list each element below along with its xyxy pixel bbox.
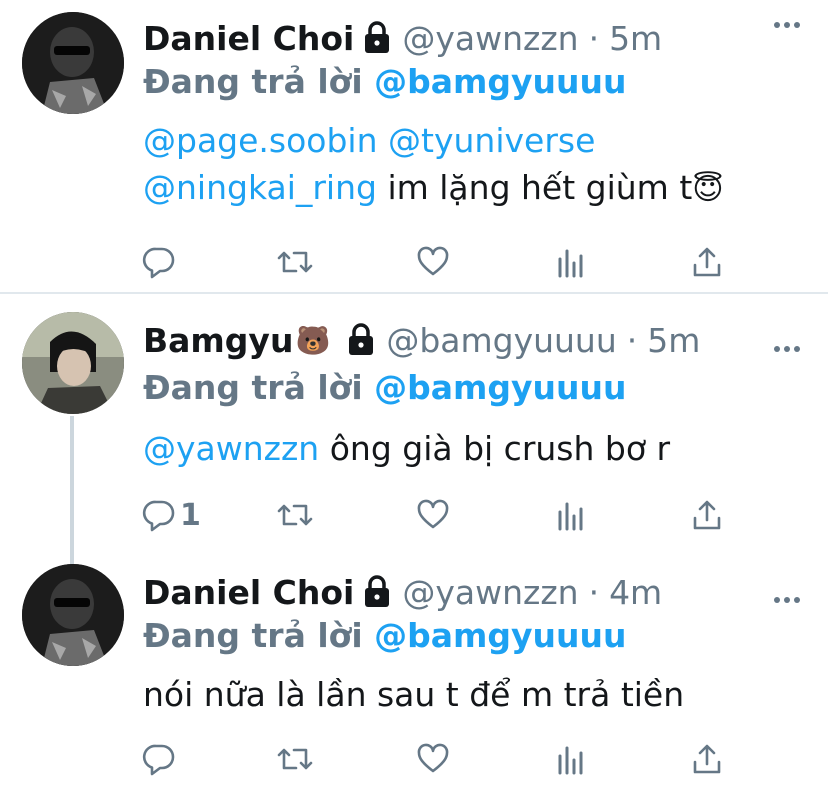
- analytics-button[interactable]: [556, 739, 586, 779]
- avatar-image: [22, 12, 124, 114]
- reply-prefix: Đang trả lời: [143, 62, 363, 101]
- avatar-image: [22, 312, 124, 414]
- avatar[interactable]: [22, 312, 124, 414]
- analytics-button[interactable]: [556, 242, 586, 282]
- display-name-emoji: 🐻: [295, 323, 331, 357]
- handle[interactable]: @yawnzzn: [402, 573, 578, 612]
- share-button[interactable]: [692, 242, 722, 282]
- mention[interactable]: @yawnzzn: [143, 429, 319, 468]
- avatar[interactable]: [22, 12, 124, 114]
- display-name[interactable]: Bamgyu: [143, 321, 293, 360]
- thread-line: [70, 416, 74, 566]
- heart-icon: [416, 245, 450, 279]
- share-icon: [692, 245, 722, 279]
- display-name[interactable]: Daniel Choi: [143, 19, 354, 58]
- reply-prefix: Đang trả lời: [143, 368, 363, 407]
- reply-button[interactable]: [142, 242, 180, 282]
- heart-icon: [416, 742, 450, 776]
- reply-prefix: Đang trả lời: [143, 616, 363, 655]
- tweet-1[interactable]: Daniel Choi @yawnzzn · 5m Đang trả lời @…: [0, 0, 828, 294]
- action-bar: [0, 242, 828, 282]
- reply-button[interactable]: [142, 739, 180, 779]
- heart-icon: [416, 498, 450, 532]
- timestamp[interactable]: 4m: [609, 573, 662, 612]
- reply-count: 1: [180, 497, 201, 533]
- separator: ·: [588, 18, 600, 58]
- replying-to: Đang trả lời @bamgyuuuu: [143, 616, 627, 655]
- like-button[interactable]: [416, 739, 450, 779]
- tweet-3[interactable]: Daniel Choi @yawnzzn · 4m Đang trả lời @…: [0, 549, 828, 790]
- more-horizontal-icon[interactable]: [774, 14, 800, 28]
- tweet-2[interactable]: Bamgyu 🐻 @bamgyuuuu · 5m Đang trả lời @b…: [0, 294, 828, 566]
- mention[interactable]: @page.soobin: [143, 121, 378, 160]
- handle[interactable]: @bamgyuuuu: [386, 321, 616, 360]
- tweet-text: nói nữa là lần sau t để m trả tiền: [143, 671, 684, 718]
- mention[interactable]: @ningkai_ring: [143, 168, 377, 207]
- tweet-text-content: ông già bị crush bơ r: [319, 429, 671, 468]
- analytics-icon: [556, 245, 586, 279]
- lock-icon: [362, 575, 392, 609]
- reply-mention[interactable]: @bamgyuuuu: [374, 368, 626, 407]
- separator: ·: [626, 320, 638, 360]
- replying-to: Đang trả lời @bamgyuuuu: [143, 62, 627, 101]
- reply-icon: [142, 498, 176, 532]
- tweet-header: Daniel Choi @yawnzzn · 4m: [143, 570, 662, 614]
- like-button[interactable]: [416, 242, 450, 282]
- tweet-text: @page.soobin @tyuniverse @ningkai_ring i…: [143, 117, 724, 213]
- retweet-button[interactable]: [276, 495, 314, 535]
- tweet-text-content: im lặng hết giùm t: [376, 168, 693, 207]
- share-icon: [692, 742, 722, 776]
- more-horizontal-icon[interactable]: [774, 338, 800, 352]
- tweet-line-1: @yawnzzn ông già bị crush bơ r: [143, 425, 670, 472]
- lock-icon: [346, 323, 376, 357]
- avatar[interactable]: [22, 564, 124, 666]
- retweet-button[interactable]: [276, 242, 314, 282]
- handle[interactable]: @yawnzzn: [402, 19, 578, 58]
- retweet-icon: [276, 245, 314, 279]
- tweet-line-2: @ningkai_ring im lặng hết giùm t😇: [143, 164, 724, 213]
- action-bar: 1: [0, 495, 828, 535]
- separator: ·: [588, 572, 600, 612]
- like-button[interactable]: [416, 495, 450, 535]
- reply-mention[interactable]: @bamgyuuuu: [374, 616, 626, 655]
- avatar-image: [22, 564, 124, 666]
- reply-icon: [142, 245, 176, 279]
- retweet-icon: [276, 742, 314, 776]
- analytics-icon: [556, 742, 586, 776]
- tweet-header: Bamgyu 🐻 @bamgyuuuu · 5m: [143, 318, 700, 362]
- share-icon: [692, 498, 722, 532]
- share-button[interactable]: [692, 495, 722, 535]
- action-bar: [0, 739, 828, 779]
- retweet-icon: [276, 498, 314, 532]
- reply-mention[interactable]: @bamgyuuuu: [374, 62, 626, 101]
- lock-icon: [362, 21, 392, 55]
- more-horizontal-icon[interactable]: [774, 589, 800, 603]
- timestamp[interactable]: 5m: [647, 321, 700, 360]
- tweet-line-1: nói nữa là lần sau t để m trả tiền: [143, 675, 685, 714]
- analytics-icon: [556, 498, 586, 532]
- retweet-button[interactable]: [276, 739, 314, 779]
- replying-to: Đang trả lời @bamgyuuuu: [143, 368, 627, 407]
- display-name[interactable]: Daniel Choi: [143, 573, 354, 612]
- tweet-line-1: @page.soobin @tyuniverse: [143, 117, 724, 164]
- mention[interactable]: @tyuniverse: [388, 121, 595, 160]
- timestamp[interactable]: 5m: [609, 19, 662, 58]
- share-button[interactable]: [692, 739, 722, 779]
- reply-icon: [142, 742, 176, 776]
- tweet-header: Daniel Choi @yawnzzn · 5m: [143, 16, 662, 60]
- reply-button[interactable]: 1: [142, 495, 201, 535]
- tweet-text: @yawnzzn ông già bị crush bơ r: [143, 425, 670, 472]
- tweet-emoji: 😇: [692, 172, 724, 207]
- analytics-button[interactable]: [556, 495, 586, 535]
